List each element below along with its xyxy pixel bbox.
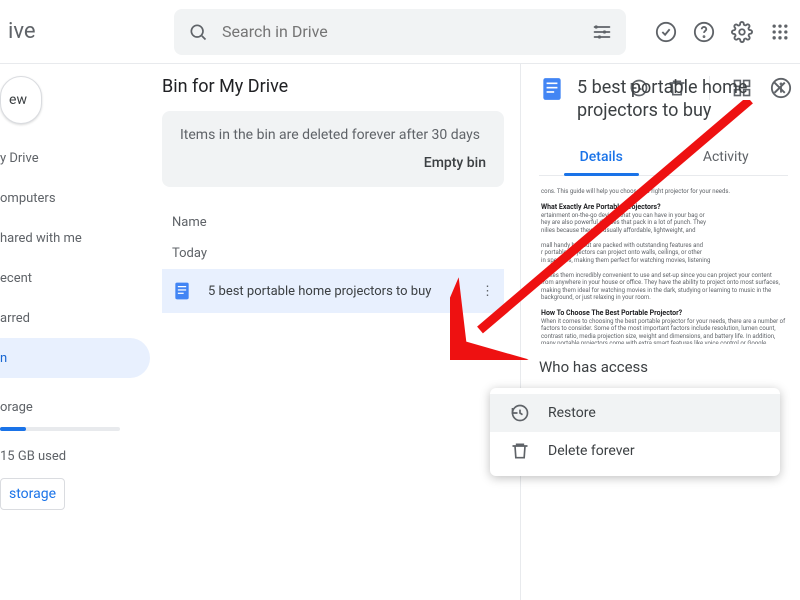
access-label: Who has access xyxy=(539,358,788,376)
nav-recent[interactable]: ecent xyxy=(0,258,150,298)
app-logo: ive xyxy=(8,19,68,44)
app-header: ive xyxy=(0,0,800,64)
new-button[interactable]: ew xyxy=(0,76,42,124)
column-header-name[interactable]: Name xyxy=(172,215,504,230)
menu-delete-label: Delete forever xyxy=(548,443,635,459)
empty-bin-button[interactable]: Empty bin xyxy=(180,155,486,171)
search-icon xyxy=(188,22,208,42)
tune-icon[interactable] xyxy=(592,22,612,42)
apps-icon[interactable] xyxy=(768,20,792,44)
details-panel: 5 best portable home projectors to buy ✕… xyxy=(520,64,800,600)
nav-storage[interactable]: orage xyxy=(0,400,150,415)
buy-storage-button[interactable]: storage xyxy=(0,478,65,510)
restore-icon xyxy=(510,403,530,423)
menu-restore-label: Restore xyxy=(548,405,596,421)
tab-activity[interactable]: Activity xyxy=(664,149,789,175)
more-icon[interactable]: ⋮ xyxy=(481,284,494,299)
doc-icon xyxy=(172,281,192,301)
storage-used-text: 15 GB used xyxy=(0,449,150,464)
details-tabs: Details Activity xyxy=(539,149,788,176)
nav-bin[interactable]: n xyxy=(0,338,150,378)
file-preview: cons. This guide will help you choose th… xyxy=(539,184,788,344)
page-title: Bin for My Drive xyxy=(162,76,504,97)
bin-banner: Items in the bin are deleted forever aft… xyxy=(162,111,504,187)
menu-delete-forever[interactable]: Delete forever xyxy=(490,432,780,470)
sidebar: ew y Drive omputers hared with me ecent … xyxy=(0,64,150,600)
settings-icon[interactable] xyxy=(730,20,754,44)
group-today: Today xyxy=(172,246,504,261)
context-menu: Restore Delete forever xyxy=(490,388,780,476)
search-input[interactable] xyxy=(222,22,592,41)
storage-bar xyxy=(0,427,120,431)
banner-text: Items in the bin are deleted forever aft… xyxy=(180,127,486,143)
nav-computers[interactable]: omputers xyxy=(0,178,150,218)
nav-shared[interactable]: hared with me xyxy=(0,218,150,258)
help-icon[interactable] xyxy=(692,20,716,44)
details-title: 5 best portable home projectors to buy xyxy=(577,76,759,123)
nav-starred[interactable]: arred xyxy=(0,298,150,338)
delete-forever-icon xyxy=(510,441,530,461)
search-bar[interactable] xyxy=(174,9,626,55)
file-name: 5 best portable home projectors to buy xyxy=(208,284,431,299)
close-icon[interactable]: ✕ xyxy=(771,76,788,100)
offline-ready-icon[interactable] xyxy=(654,20,678,44)
file-list-panel: Bin for My Drive Items in the bin are de… xyxy=(150,64,520,600)
nav-my-drive[interactable]: y Drive xyxy=(0,138,150,178)
tab-details[interactable]: Details xyxy=(539,149,664,175)
menu-restore[interactable]: Restore xyxy=(490,394,780,432)
header-icons xyxy=(654,20,792,44)
doc-icon xyxy=(539,76,565,102)
file-row[interactable]: 5 best portable home projectors to buy ⋮ xyxy=(162,269,504,313)
